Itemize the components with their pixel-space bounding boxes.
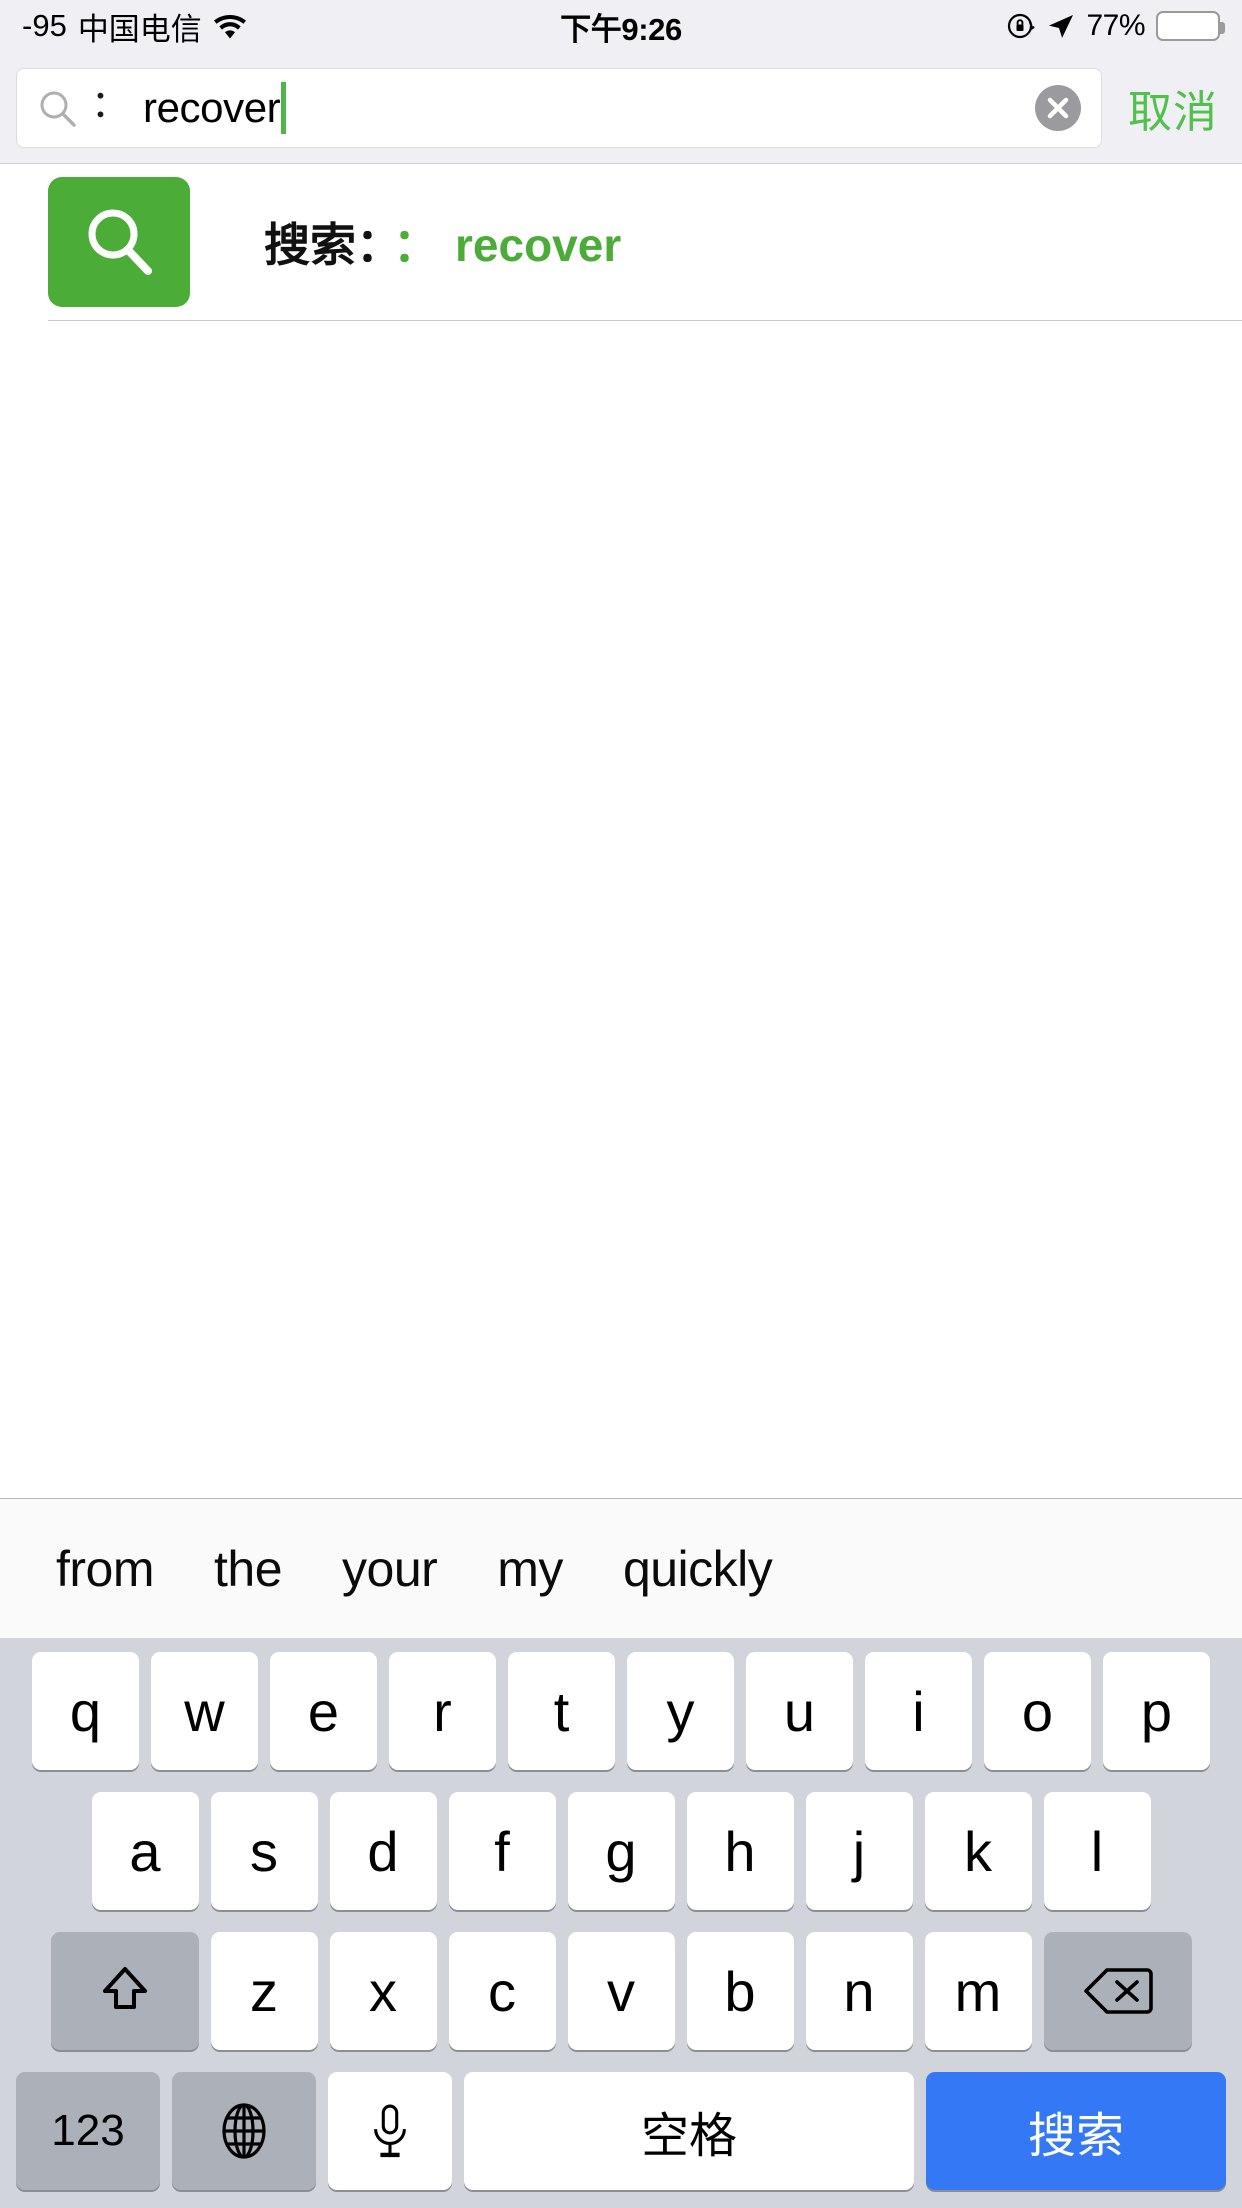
key-k[interactable]: k	[924, 1792, 1032, 1910]
result-prefix-label: 搜索：	[264, 219, 379, 271]
rotation-lock-icon	[1006, 11, 1036, 41]
suggestion-item[interactable]: quickly	[593, 1540, 802, 1598]
battery-icon	[1156, 11, 1225, 41]
search-input[interactable]: ： recover	[16, 67, 1102, 148]
key-a[interactable]: a	[91, 1792, 199, 1910]
battery-cap	[1220, 22, 1225, 34]
key-x[interactable]: x	[329, 1932, 437, 2050]
key-f[interactable]: f	[448, 1792, 556, 1910]
suggestion-item[interactable]: the	[184, 1540, 312, 1598]
key-z[interactable]: z	[210, 1932, 318, 2050]
keyboard-row-1: q w e r t y u i o p	[0, 1652, 1242, 1770]
language-switch-key[interactable]	[172, 2072, 316, 2190]
search-result-label: 搜索： ： recover	[264, 209, 621, 275]
key-b[interactable]: b	[686, 1932, 794, 2050]
key-h[interactable]: h	[686, 1792, 794, 1910]
signal-strength-text: -95	[22, 8, 67, 43]
result-query-text: recover	[455, 219, 622, 271]
key-g[interactable]: g	[567, 1792, 675, 1910]
dictation-key[interactable]	[328, 2072, 452, 2190]
suggestion-item[interactable]: my	[467, 1540, 593, 1598]
suggestion-item[interactable]: your	[312, 1540, 467, 1598]
backspace-key[interactable]	[1043, 1932, 1192, 2050]
backspace-delete-icon	[1082, 1965, 1154, 2017]
status-bar-left: -95 中国电信	[22, 4, 247, 49]
carrier-name: 中国电信	[77, 11, 202, 47]
location-arrow-icon	[1047, 12, 1075, 40]
keyboard-area: from the your my quickly q w e r t y u i…	[0, 1498, 1242, 2208]
predictive-suggestions-bar: from the your my quickly	[0, 1498, 1242, 1638]
list-item[interactable]: 搜索： ： recover	[0, 164, 1242, 320]
search-icon	[37, 88, 77, 128]
text-cursor	[281, 81, 287, 134]
cancel-button[interactable]: 取消	[1102, 76, 1226, 140]
space-key[interactable]: 空格	[464, 2072, 914, 2190]
search-input-value: recover	[143, 83, 281, 131]
key-y[interactable]: y	[627, 1652, 734, 1770]
suggestion-item[interactable]: from	[26, 1540, 184, 1598]
key-v[interactable]: v	[567, 1932, 675, 2050]
numeric-keyboard-key[interactable]: 123	[16, 2072, 160, 2190]
key-c[interactable]: c	[448, 1932, 556, 2050]
key-e[interactable]: e	[270, 1652, 377, 1770]
key-l[interactable]: l	[1043, 1792, 1151, 1910]
keyboard-row-2: a s d f g h j k l	[0, 1792, 1242, 1910]
key-p[interactable]: p	[1103, 1652, 1210, 1770]
shift-key[interactable]	[50, 1932, 199, 2050]
key-q[interactable]: q	[32, 1652, 139, 1770]
on-screen-keyboard: q w e r t y u i o p a s d f g h j k l z …	[0, 1638, 1242, 2208]
search-icon	[88, 209, 152, 275]
key-w[interactable]: w	[151, 1652, 258, 1770]
keyboard-row-3: z x c v b n m	[0, 1932, 1242, 2050]
search-prefix-colon: ：	[91, 83, 130, 126]
clear-search-button[interactable]	[1035, 84, 1081, 131]
globe-language-icon	[214, 2101, 274, 2161]
key-m[interactable]: m	[924, 1932, 1032, 2050]
empty-results-area	[0, 321, 1242, 1351]
phone-screen: -95 中国电信 下午9:26 77% ： recover 取消 搜索： ： r…	[0, 0, 1242, 2208]
keyboard-row-4: 123 空格 搜索	[0, 2072, 1242, 2190]
key-n[interactable]: n	[805, 1932, 913, 2050]
shift-up-arrow-icon	[94, 1960, 156, 2022]
status-bar-right: 77%	[1006, 9, 1225, 43]
search-return-key[interactable]: 搜索	[926, 2072, 1226, 2190]
key-u[interactable]: u	[746, 1652, 853, 1770]
status-bar: -95 中国电信 下午9:26 77%	[0, 0, 1242, 52]
result-colon: ：	[393, 219, 439, 271]
search-result-icon	[48, 177, 190, 307]
key-d[interactable]: d	[329, 1792, 437, 1910]
search-bar: ： recover 取消	[0, 52, 1242, 164]
key-r[interactable]: r	[389, 1652, 496, 1770]
key-j[interactable]: j	[805, 1792, 913, 1910]
key-t[interactable]: t	[508, 1652, 615, 1770]
key-o[interactable]: o	[984, 1652, 1091, 1770]
search-results-list: 搜索： ： recover	[0, 164, 1242, 1351]
key-i[interactable]: i	[865, 1652, 972, 1770]
key-s[interactable]: s	[210, 1792, 318, 1910]
battery-percentage: 77%	[1086, 9, 1145, 42]
microphone-icon	[367, 2101, 413, 2161]
wifi-icon	[213, 13, 247, 39]
